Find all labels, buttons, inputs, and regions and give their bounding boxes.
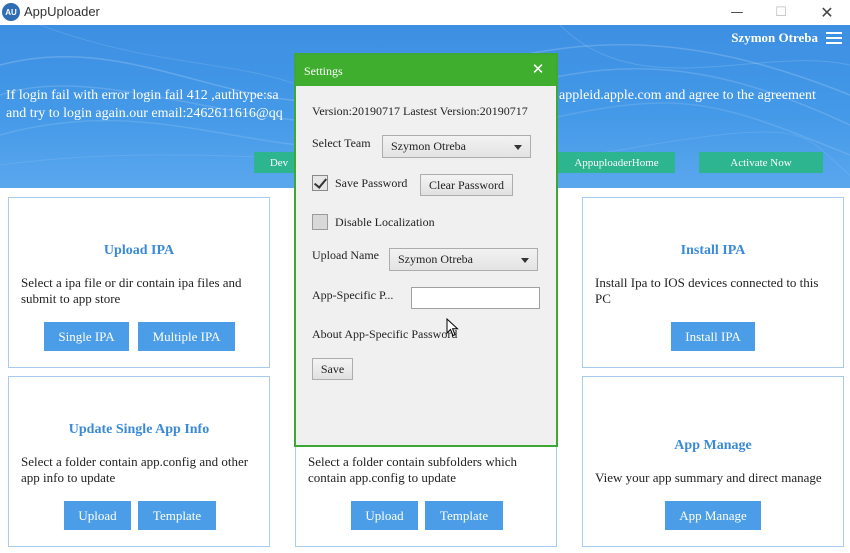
save-button[interactable]: Save [312, 358, 353, 380]
update-single-app-title: Update Single App Info [68, 422, 210, 437]
update-multiple-template-button[interactable]: Template [425, 501, 503, 530]
app-manage-description: View your app summary and direct manage [595, 470, 822, 485]
title-bar: AU AppUploader — ☐ ✕ [0, 0, 850, 25]
update-multiple-app-description: Select a folder contain subfolders which… [308, 454, 518, 485]
about-app-specific-password-link[interactable]: About App-Specific Password [312, 327, 457, 342]
disable-localization-checkbox[interactable] [312, 214, 328, 230]
install-ipa-button[interactable]: Install IPA [671, 322, 755, 351]
install-ipa-title: Install IPA [680, 243, 746, 258]
app-manage-button[interactable]: App Manage [665, 501, 761, 530]
activate-now-button[interactable]: Activate Now [699, 152, 823, 173]
install-ipa-card: Install IPA Install Ipa to IOS devices c… [582, 197, 844, 368]
app-specific-password-label: App-Specific P... [312, 288, 394, 302]
settings-dialog-header: Settings ✕ [296, 55, 556, 86]
user-name[interactable]: Szymon Otreba [731, 30, 818, 46]
update-single-upload-button[interactable]: Upload [64, 501, 131, 530]
minimize-button[interactable]: — [714, 0, 760, 25]
appuploader-home-button[interactable]: AppuploaderHome [558, 152, 675, 173]
update-single-template-button[interactable]: Template [138, 501, 216, 530]
chevron-down-icon [514, 145, 522, 150]
single-ipa-button[interactable]: Single IPA [44, 322, 129, 351]
upload-name-label: Upload Name [312, 248, 379, 262]
clear-password-button[interactable]: Clear Password [420, 174, 513, 196]
mouse-cursor-icon [446, 318, 459, 337]
app-manage-card: App Manage View your app summary and dir… [582, 376, 844, 547]
settings-dialog: Settings ✕ Version:20190717 Lastest Vers… [294, 53, 558, 447]
update-single-app-card: Update Single App Info Select a folder c… [8, 376, 270, 547]
upload-name-value: Szymon Otreba [398, 252, 473, 266]
hamburger-menu-icon[interactable] [826, 32, 842, 44]
upload-name-dropdown[interactable]: Szymon Otreba [389, 248, 538, 271]
maximize-button[interactable]: ☐ [758, 0, 804, 25]
upload-ipa-card: Upload IPA Select a ipa file or dir cont… [8, 197, 270, 368]
update-single-app-description: Select a folder contain app.config and o… [21, 454, 249, 485]
notice-line-1: If login fail with error login fail 412 … [6, 88, 279, 103]
select-team-label: Select Team [312, 136, 371, 150]
upload-ipa-description: Select a ipa file or dir contain ipa fil… [21, 275, 242, 306]
chevron-down-icon [521, 258, 529, 263]
app-manage-title: App Manage [674, 438, 752, 453]
select-team-value: Szymon Otreba [391, 139, 466, 153]
multiple-ipa-button[interactable]: Multiple IPA [138, 322, 235, 351]
version-text: Version:20190717 Lastest Version:2019071… [312, 104, 528, 118]
close-window-button[interactable]: ✕ [804, 0, 850, 25]
disable-localization-label: Disable Localization [335, 215, 435, 229]
select-team-dropdown[interactable]: Szymon Otreba [382, 135, 531, 158]
upload-ipa-title: Upload IPA [103, 243, 175, 258]
settings-dialog-title: Settings [304, 64, 343, 78]
update-multiple-upload-button[interactable]: Upload [351, 501, 418, 530]
notice-line-1-right: appleid.apple.com and agree to the agree… [559, 88, 816, 103]
app-title: AppUploader [24, 4, 100, 19]
app-specific-password-input[interactable] [411, 287, 540, 309]
save-password-checkbox[interactable] [312, 175, 328, 191]
close-icon[interactable]: ✕ [530, 61, 546, 77]
install-ipa-description: Install Ipa to IOS devices connected to … [595, 275, 819, 306]
app-logo-icon: AU [2, 3, 20, 21]
save-password-label: Save Password [335, 176, 408, 190]
